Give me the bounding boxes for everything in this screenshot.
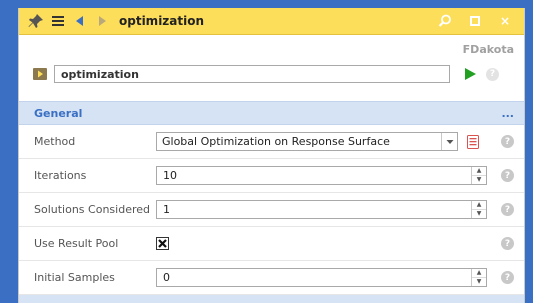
pin-icon[interactable] xyxy=(27,12,45,30)
initial-samples-spin-buttons[interactable]: ▲ ▼ xyxy=(471,269,486,286)
close-icon[interactable]: × xyxy=(496,12,514,30)
hamburger-icon[interactable] xyxy=(49,12,67,30)
initial-samples-stepper[interactable]: 0 ▲ ▼ xyxy=(156,268,487,287)
help-icon[interactable]: ? xyxy=(486,67,499,81)
result-pool-checkbox[interactable] xyxy=(156,237,169,250)
method-label: Method xyxy=(34,135,76,148)
method-help-icon[interactable]: ? xyxy=(501,135,514,148)
panel-subheader: FDakota xyxy=(19,35,524,61)
window-title: optimization xyxy=(119,14,205,28)
result-pool-label: Use Result Pool xyxy=(34,237,119,250)
section-more-button[interactable]: ... xyxy=(501,107,514,120)
section-title: General xyxy=(34,106,83,120)
field-row-solutions: Solutions Considered 1 ▲ ▼ ? xyxy=(19,193,524,227)
spin-down-icon[interactable]: ▼ xyxy=(472,278,486,286)
iterations-spin-buttons[interactable]: ▲ ▼ xyxy=(471,167,486,184)
solutions-help-icon[interactable]: ? xyxy=(501,203,514,216)
result-pool-help-icon[interactable]: ? xyxy=(501,237,514,250)
properties-panel: optimization × FDakota ? General ... Met… xyxy=(18,8,525,303)
field-row-result-pool: Use Result Pool ? xyxy=(19,227,524,261)
spin-down-icon[interactable]: ▼ xyxy=(472,210,486,218)
node-name-input[interactable] xyxy=(54,65,450,83)
search-icon[interactable] xyxy=(436,12,454,30)
solutions-value[interactable]: 1 xyxy=(157,203,471,216)
solutions-stepper[interactable]: 1 ▲ ▼ xyxy=(156,200,487,219)
field-row-iterations: Iterations 10 ▲ ▼ ? xyxy=(19,159,524,193)
initial-samples-help-icon[interactable]: ? xyxy=(501,271,514,284)
spin-up-icon[interactable]: ▲ xyxy=(472,201,486,210)
iterations-value[interactable]: 10 xyxy=(157,169,471,182)
spin-down-icon[interactable]: ▼ xyxy=(472,176,486,184)
document-icon[interactable] xyxy=(466,134,480,149)
node-name-row: ? xyxy=(19,61,524,87)
iterations-help-icon[interactable]: ? xyxy=(501,169,514,182)
spin-up-icon[interactable]: ▲ xyxy=(472,269,486,278)
method-select[interactable]: Global Optimization on Response Surface xyxy=(156,132,458,151)
product-name: FDakota xyxy=(462,43,514,56)
spin-up-icon[interactable]: ▲ xyxy=(472,167,486,176)
solutions-label: Solutions Considered xyxy=(34,203,150,216)
method-value: Global Optimization on Response Surface xyxy=(162,135,390,148)
maximize-icon[interactable] xyxy=(466,12,484,30)
iterations-label: Iterations xyxy=(34,169,87,182)
solutions-spin-buttons[interactable]: ▲ ▼ xyxy=(471,201,486,218)
initial-samples-value[interactable]: 0 xyxy=(157,271,471,284)
iterations-stepper[interactable]: 10 ▲ ▼ xyxy=(156,166,487,185)
node-type-icon xyxy=(32,66,48,82)
back-arrow-icon[interactable] xyxy=(71,12,89,30)
field-row-method: Method Global Optimization on Response S… xyxy=(19,125,524,159)
field-row-initial-samples: Initial Samples 0 ▲ ▼ ? xyxy=(19,261,524,295)
section-general[interactable]: General ... xyxy=(19,101,524,125)
forward-arrow-icon[interactable] xyxy=(93,12,111,30)
title-bar: optimization × xyxy=(19,8,524,35)
play-icon[interactable] xyxy=(462,66,478,82)
next-section-edge xyxy=(19,295,524,303)
initial-samples-label: Initial Samples xyxy=(34,271,115,284)
chevron-down-icon[interactable] xyxy=(441,133,457,150)
